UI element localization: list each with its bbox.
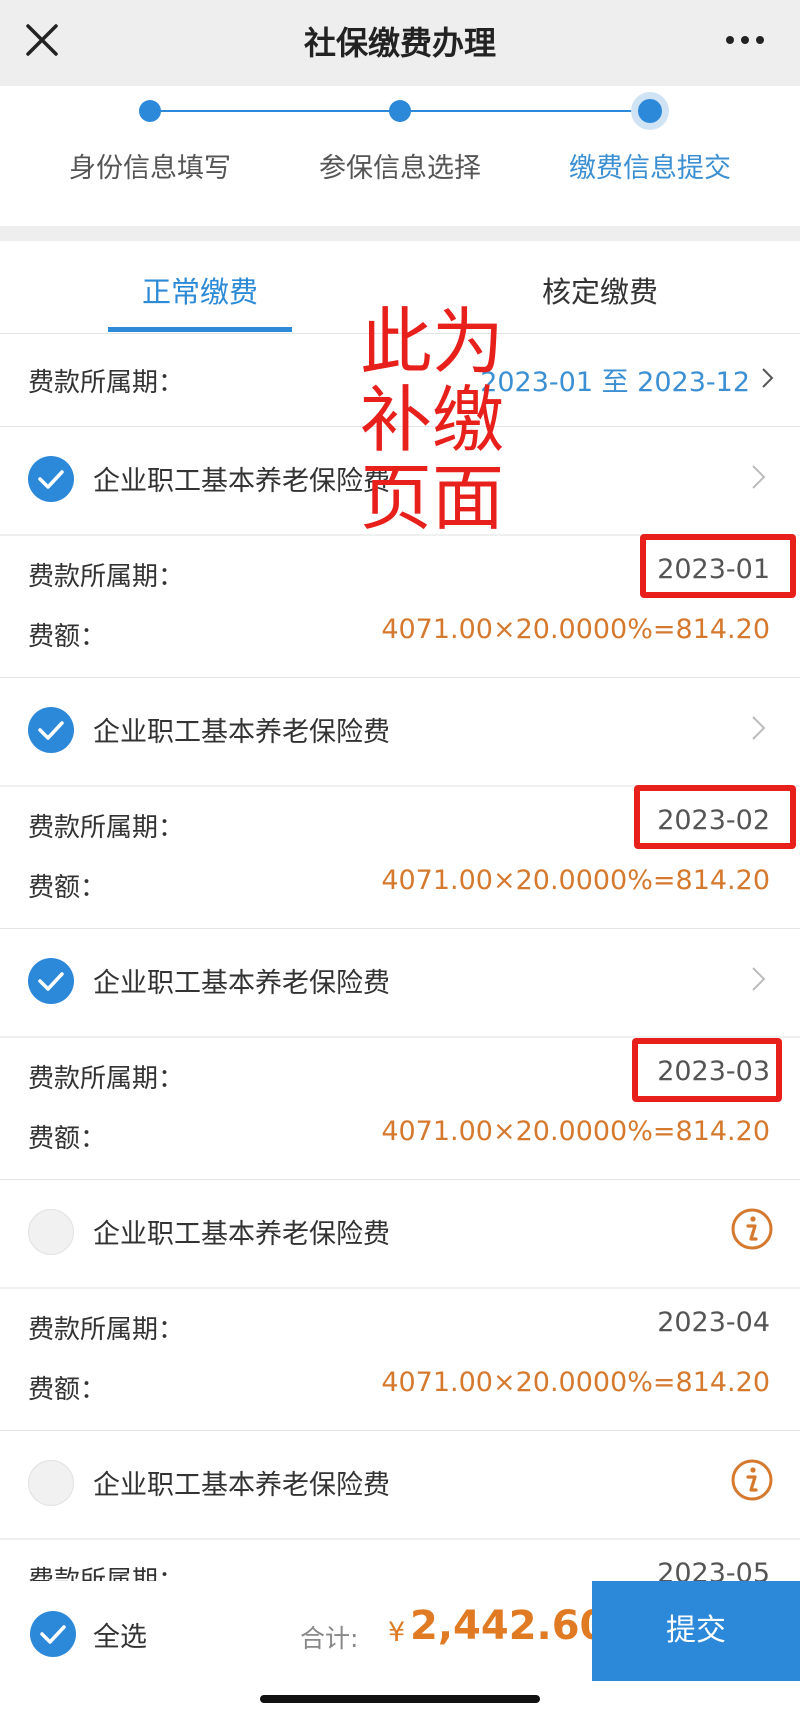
fee-label: 费额： bbox=[28, 873, 107, 903]
tab-underline bbox=[108, 327, 292, 332]
step-dot-2 bbox=[389, 100, 411, 122]
annotation-line: 补缴 bbox=[360, 378, 505, 462]
total-label: 合计: bbox=[300, 1624, 359, 1653]
period-label: 费款所属期： bbox=[28, 562, 185, 592]
page-title: 社保缴费办理 bbox=[303, 24, 496, 62]
item-name: 企业职工基本养老保险费 bbox=[93, 466, 390, 497]
checkbox-checked[interactable] bbox=[28, 958, 74, 1004]
checkmark-icon bbox=[40, 1625, 66, 1644]
period-label: 费款所属期： bbox=[28, 1064, 185, 1094]
list-item: 企业职工基本养老保险费 费款所属期： 2023-03 费额： 4071.00×2… bbox=[0, 928, 800, 1179]
more-icon[interactable] bbox=[720, 20, 770, 60]
checkbox-unchecked[interactable] bbox=[28, 1209, 74, 1255]
item-name: 企业职工基本养老保险费 bbox=[93, 717, 390, 748]
step-dot-3 bbox=[638, 99, 662, 123]
chevron-right-icon[interactable] bbox=[750, 713, 768, 743]
fee-label: 费额： bbox=[28, 1124, 107, 1154]
fee-value: 4071.00×20.0000%=814.20 bbox=[381, 1116, 770, 1147]
annotation-note: 此为 补缴 页面 bbox=[360, 303, 520, 537]
fee-label: 费额： bbox=[28, 622, 107, 652]
list-item: 企业职工基本养老保险费 费款所属期： 2023-05 bbox=[0, 1430, 800, 1581]
step-label-identity: 身份信息填写 bbox=[69, 153, 231, 184]
step-label-insurance: 参保信息选择 bbox=[319, 153, 481, 184]
step-dot-1 bbox=[139, 100, 161, 122]
fee-label: 费额： bbox=[28, 1375, 107, 1405]
period-label: 费款所属期： bbox=[28, 1315, 185, 1345]
period-value: 2023-01 至 2023-12 bbox=[480, 367, 750, 398]
tab-normal-payment[interactable]: 正常缴费 bbox=[80, 269, 320, 311]
select-all-checkbox[interactable] bbox=[30, 1611, 76, 1657]
checkmark-icon bbox=[38, 972, 64, 991]
highlight-box bbox=[640, 534, 796, 598]
period-label: 费款所属期： bbox=[28, 368, 185, 398]
home-indicator bbox=[260, 1695, 540, 1703]
bottom-bar: 全选 合计: ¥ 2,442.60 提交 bbox=[0, 1581, 800, 1711]
period-value: 2023-05 bbox=[657, 1558, 770, 1581]
annotation-line: 页面 bbox=[360, 456, 505, 540]
fee-value: 4071.00×20.0000%=814.20 bbox=[381, 614, 770, 645]
checkmark-icon bbox=[38, 721, 64, 740]
checkbox-unchecked[interactable] bbox=[28, 1460, 74, 1506]
highlight-box bbox=[632, 1038, 782, 1102]
step-label-payment: 缴费信息提交 bbox=[569, 153, 731, 184]
fee-value: 4071.00×20.0000%=814.20 bbox=[381, 1367, 770, 1398]
list-item: 企业职工基本养老保险费 费款所属期： 2023-04 费额： 4071.00×2… bbox=[0, 1179, 800, 1430]
item-name: 企业职工基本养老保险费 bbox=[93, 1219, 390, 1250]
period-label: 费款所属期： bbox=[28, 1566, 185, 1581]
submit-button[interactable]: 提交 bbox=[592, 1581, 800, 1681]
item-name: 企业职工基本养老保险费 bbox=[93, 968, 390, 999]
currency-symbol: ¥ bbox=[388, 1617, 406, 1648]
info-icon[interactable] bbox=[730, 1458, 774, 1502]
period-label: 费款所属期： bbox=[28, 813, 185, 843]
checkmark-icon bbox=[38, 470, 64, 489]
checkbox-checked[interactable] bbox=[28, 456, 74, 502]
item-name: 企业职工基本养老保险费 bbox=[93, 1470, 390, 1501]
total-amount: 2,442.60 bbox=[410, 1603, 608, 1649]
chevron-right-icon[interactable] bbox=[750, 462, 768, 492]
progress-steps: 身份信息填写 参保信息选择 缴费信息提交 bbox=[0, 86, 800, 226]
info-icon[interactable] bbox=[730, 1207, 774, 1251]
list-item: 企业职工基本养老保险费 费款所属期： 2023-02 费额： 4071.00×2… bbox=[0, 677, 800, 928]
select-all-label[interactable]: 全选 bbox=[93, 1615, 147, 1654]
fee-value: 4071.00×20.0000%=814.20 bbox=[381, 865, 770, 896]
chevron-right-icon bbox=[762, 368, 774, 388]
chevron-right-icon[interactable] bbox=[750, 964, 768, 994]
annotation-line: 此为 bbox=[360, 300, 505, 384]
steps-track bbox=[139, 92, 669, 130]
nav-header: 社保缴费办理 bbox=[0, 0, 800, 86]
checkbox-checked[interactable] bbox=[28, 707, 74, 753]
highlight-box bbox=[634, 785, 796, 849]
period-value: 2023-04 bbox=[657, 1307, 770, 1338]
